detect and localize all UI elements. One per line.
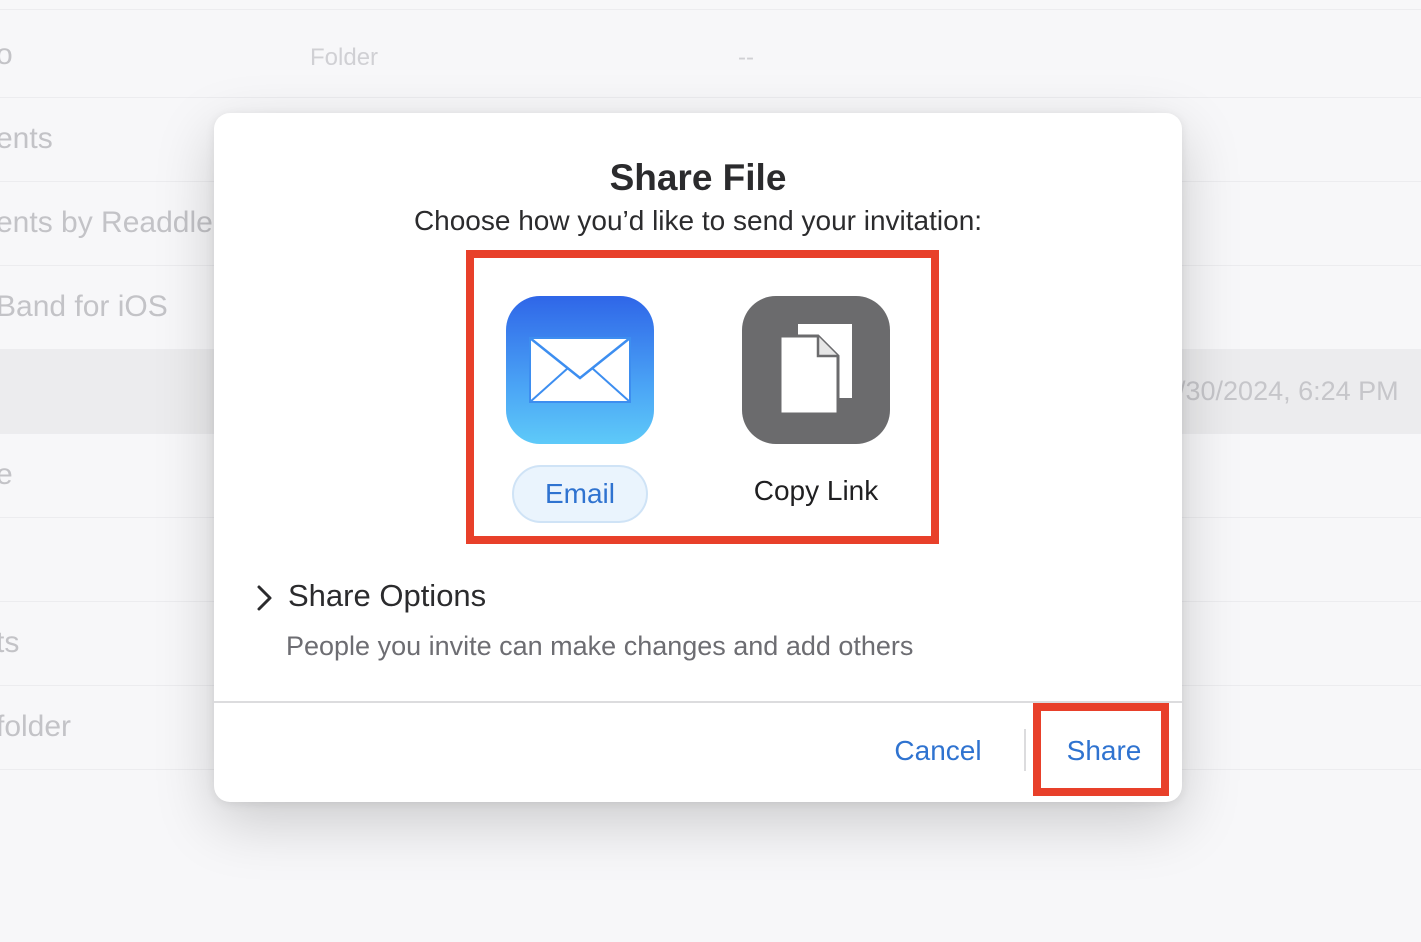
share-file-dialog: Share File Choose how you’d like to send…	[214, 113, 1182, 802]
chevron-right-icon[interactable]	[254, 584, 276, 617]
button-separator	[1024, 729, 1026, 771]
file-name: ents	[0, 122, 53, 155]
file-kind: Folder	[310, 44, 379, 71]
file-name: o	[0, 38, 13, 71]
file-name: folder	[0, 710, 72, 743]
file-name: Band for iOS	[0, 290, 168, 323]
dialog-title: Share File	[609, 157, 787, 198]
highlight-share-button	[1033, 703, 1169, 796]
file-name: e	[0, 458, 13, 491]
file-name: ents by Readdle	[0, 206, 213, 239]
file-name: ts	[0, 626, 20, 659]
share-options-description: People you invite can make changes and a…	[286, 631, 914, 661]
dialog-subtitle: Choose how you’d like to send your invit…	[413, 205, 983, 236]
highlight-share-methods	[466, 250, 939, 544]
share-options-label[interactable]: Share Options	[288, 578, 486, 614]
cancel-button[interactable]: Cancel	[882, 731, 994, 771]
list-item: o Folder --	[0, 14, 1421, 98]
list-item	[0, 0, 1421, 10]
file-date: /30/2024, 6:24 PM	[1178, 376, 1399, 406]
file-size: --	[738, 44, 754, 71]
